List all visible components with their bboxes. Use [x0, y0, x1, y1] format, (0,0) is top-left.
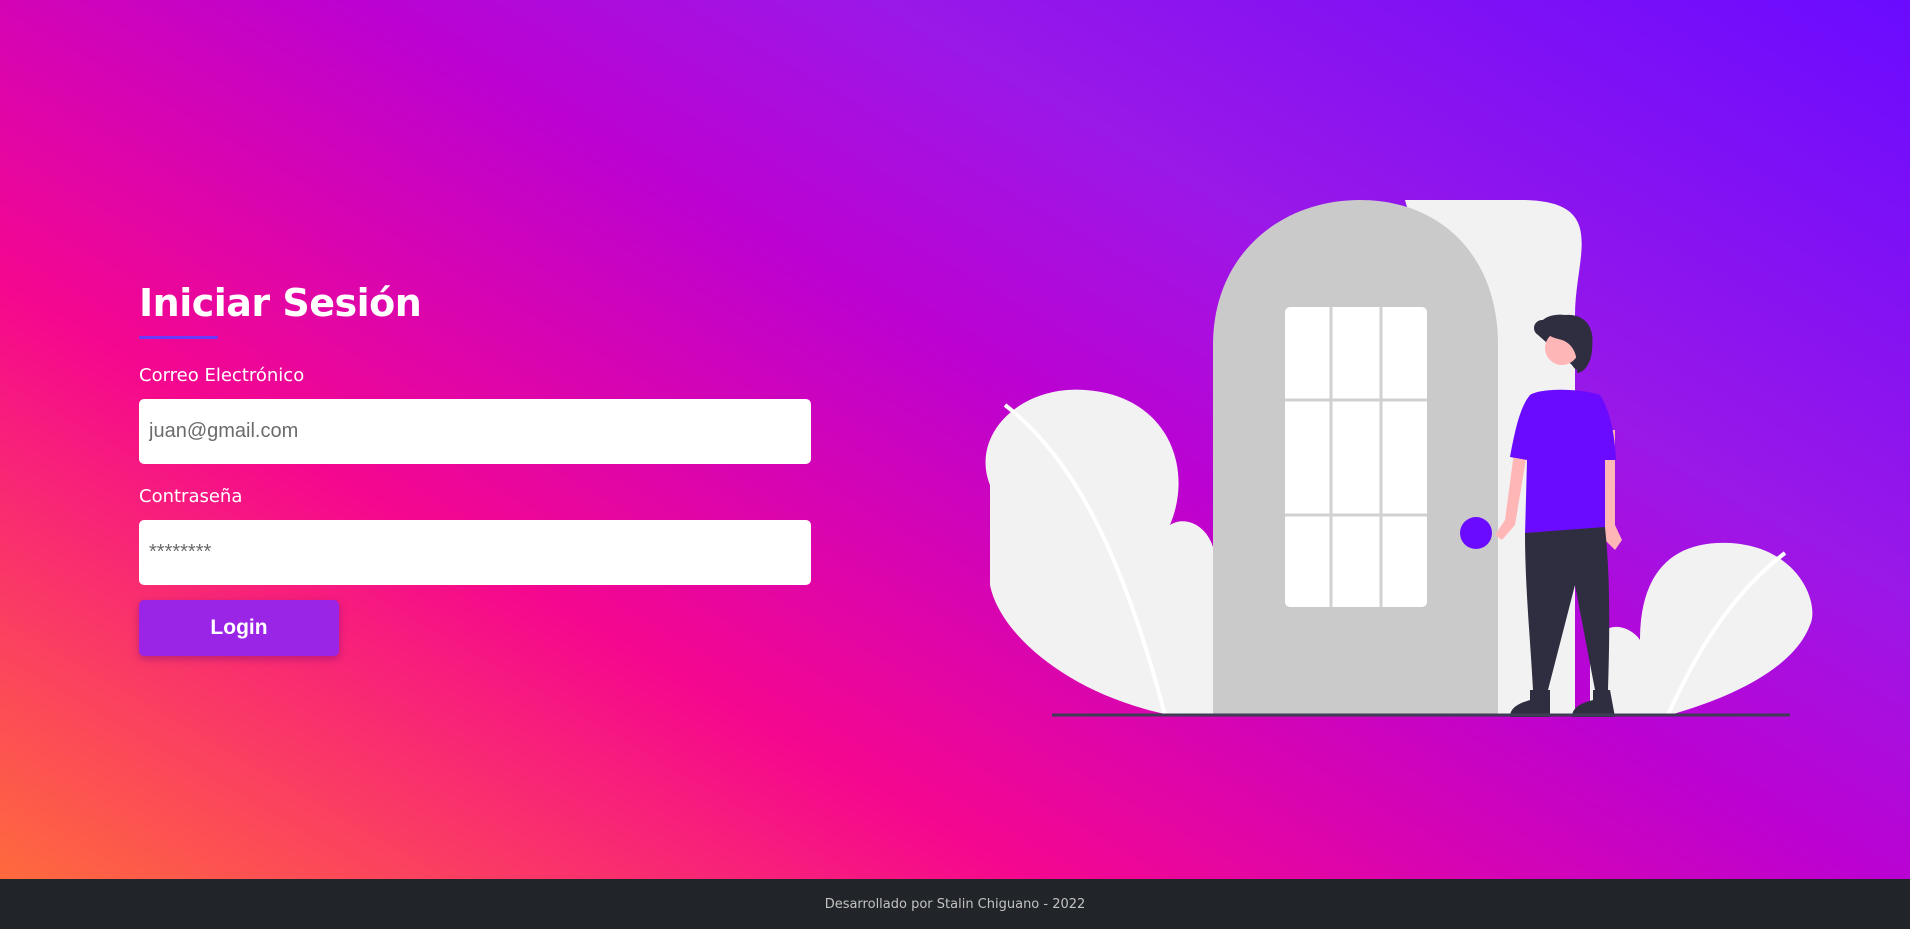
password-label: Contraseña	[139, 486, 243, 507]
title-underline	[139, 336, 218, 339]
person-at-door-illustration	[985, 200, 1813, 717]
person-hair-bun	[1534, 320, 1550, 336]
page-title: Iniciar Sesión	[139, 281, 422, 325]
person-right-shoe	[1572, 690, 1615, 717]
door-window	[1285, 307, 1427, 607]
footer-credit: Desarrollado por Stalin Chiguano - 2022	[824, 896, 1086, 912]
right-leaf-shape	[1590, 542, 1813, 715]
hero-section: Iniciar Sesión Correo Electrónico Contra…	[0, 0, 1910, 879]
password-field[interactable]	[139, 520, 811, 585]
left-leaf-shape	[985, 389, 1215, 715]
email-field[interactable]	[139, 399, 811, 464]
email-label: Correo Electrónico	[139, 365, 305, 386]
door-knob	[1460, 517, 1492, 549]
footer: Desarrollado por Stalin Chiguano - 2022	[0, 879, 1910, 929]
login-button[interactable]: Login	[139, 600, 339, 656]
login-form: Iniciar Sesión Correo Electrónico Contra…	[139, 278, 811, 656]
